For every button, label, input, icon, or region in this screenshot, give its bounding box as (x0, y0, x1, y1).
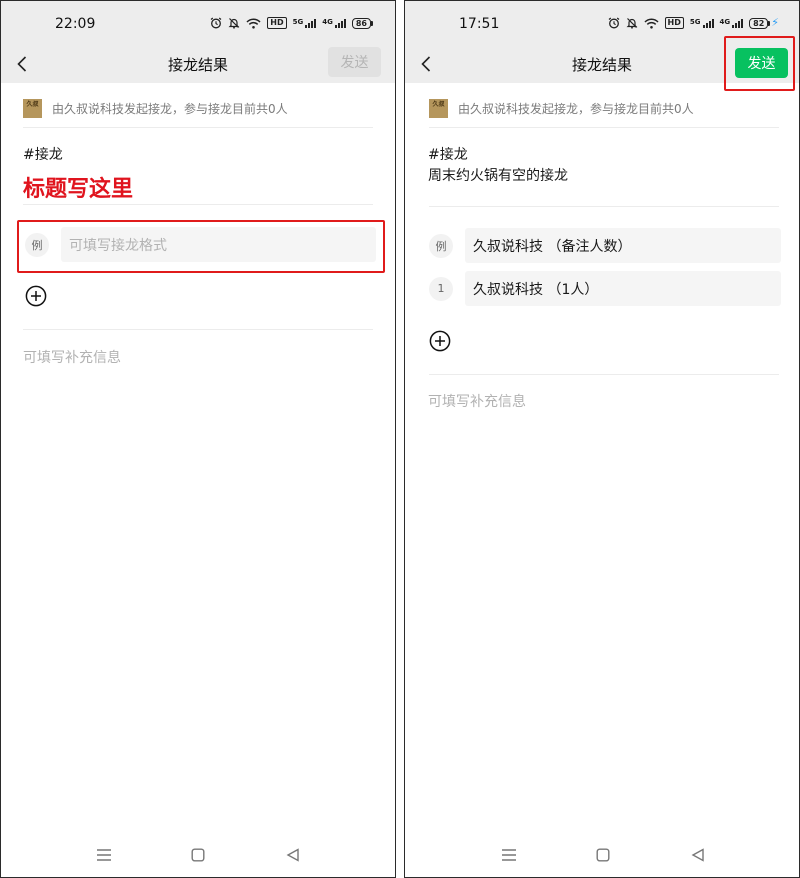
signal-5g-label: 5G (689, 17, 701, 26)
hd-badge: HD (664, 17, 684, 29)
signal-4g-label: 4G (322, 17, 333, 26)
entry-row: 1 久叔说科技 （1人） (429, 271, 781, 306)
initiator-text: 由久叔说科技发起接龙，参与接龙目前共0人 (458, 101, 694, 116)
status-bar: 17:51 HD 5G 4G 82 ⚡ (405, 1, 799, 45)
send-button[interactable]: 发送 (328, 47, 381, 77)
home-square-icon (191, 848, 205, 862)
status-time: 17:51 (459, 16, 500, 32)
alarm-icon (210, 17, 222, 29)
signal-5g-icon: 5G (292, 17, 317, 28)
back-button[interactable] (413, 51, 439, 77)
back-triangle-icon (286, 848, 299, 862)
signal-5g-icon: 5G (689, 17, 714, 28)
battery-level: 82 (749, 17, 769, 29)
divider (429, 127, 779, 128)
title-annotation: 标题写这里 (23, 177, 134, 202)
charging-bolt-icon: ⚡ (771, 16, 779, 29)
signal-4g-label: 4G (719, 17, 731, 26)
divider (429, 374, 779, 375)
back-chevron-icon (17, 56, 27, 72)
title-text[interactable]: 周末约火锅有空的接龙 (428, 165, 568, 185)
entry-input[interactable]: 久叔说科技 （备注人数） (465, 228, 781, 263)
mute-bell-icon (228, 18, 240, 29)
entry-input[interactable]: 久叔说科技 （1人） (465, 271, 781, 306)
home-button[interactable] (591, 843, 615, 867)
status-time: 22:09 (55, 16, 96, 32)
menu-button[interactable] (92, 843, 116, 867)
example-label: 例 (25, 232, 49, 257)
system-nav-bar (1, 843, 395, 867)
extra-info-input[interactable]: 可填写补充信息 (428, 391, 526, 411)
nav-bar: 接龙结果 发送 (405, 45, 799, 83)
home-square-icon (596, 848, 610, 862)
home-button[interactable] (186, 843, 210, 867)
wifi-icon (246, 17, 261, 29)
extra-info-input[interactable]: 可填写补充信息 (23, 347, 121, 367)
battery-level: 86 (351, 17, 371, 29)
wifi-icon (643, 17, 659, 29)
signal-5g-label: 5G (292, 17, 304, 26)
menu-icon (502, 849, 516, 861)
battery-icon: 86 (351, 17, 373, 29)
add-circle-icon (429, 330, 451, 352)
entry-number: 例 (429, 233, 453, 258)
signal-4g-icon: 4G (322, 17, 346, 28)
divider (23, 127, 373, 128)
system-nav-bar (405, 843, 799, 867)
format-input[interactable]: 可填写接龙格式 (61, 227, 376, 262)
initiator-row: 久叔 由久叔说科技发起接龙，参与接龙目前共0人 (429, 98, 694, 118)
initiator-text: 由久叔说科技发起接龙，参与接龙目前共0人 (52, 101, 288, 116)
add-circle-icon (25, 285, 47, 307)
status-icons: HD 5G 4G 82 ⚡ (608, 17, 779, 29)
menu-icon (97, 849, 111, 861)
add-entry-button[interactable] (428, 329, 452, 353)
signal-4g-icon: 4G (719, 17, 744, 28)
mute-bell-icon (626, 18, 637, 29)
menu-button[interactable] (497, 843, 521, 867)
add-entry-button[interactable] (24, 284, 48, 308)
avatar: 久叔 (429, 98, 448, 118)
send-button[interactable]: 发送 (735, 48, 788, 78)
hd-badge: HD (267, 17, 287, 29)
back-nav-button[interactable] (281, 843, 305, 867)
status-icons: HD 5G 4G 86 (210, 17, 373, 29)
avatar: 久叔 (23, 98, 42, 118)
back-nav-button[interactable] (686, 843, 710, 867)
battery-icon: 82 ⚡ (749, 16, 779, 29)
hash-tag: #接龙 (23, 147, 63, 163)
hash-tag: #接龙 (428, 147, 468, 163)
phone-screen-right: 17:51 HD 5G 4G 82 ⚡ 接龙结果 发送 久叔 由久叔说科技发起接龙… (404, 0, 800, 878)
back-triangle-icon (691, 848, 704, 862)
alarm-icon (608, 17, 619, 29)
back-chevron-icon (421, 56, 431, 72)
entry-row: 例 久叔说科技 （备注人数） (429, 228, 781, 263)
divider (429, 206, 779, 207)
divider (23, 204, 373, 205)
phone-screen-left: 22:09 HD 5G 4G 86 接龙结果 发送 久叔 由久叔说科技发起接龙，… (0, 0, 396, 878)
entry-number: 1 (429, 276, 453, 301)
format-entry-row: 例 可填写接龙格式 (25, 227, 376, 262)
initiator-row: 久叔 由久叔说科技发起接龙，参与接龙目前共0人 (23, 98, 288, 118)
divider (23, 329, 373, 330)
status-bar: 22:09 HD 5G 4G 86 (1, 1, 395, 45)
nav-bar: 接龙结果 发送 (1, 45, 395, 83)
back-button[interactable] (9, 51, 35, 77)
